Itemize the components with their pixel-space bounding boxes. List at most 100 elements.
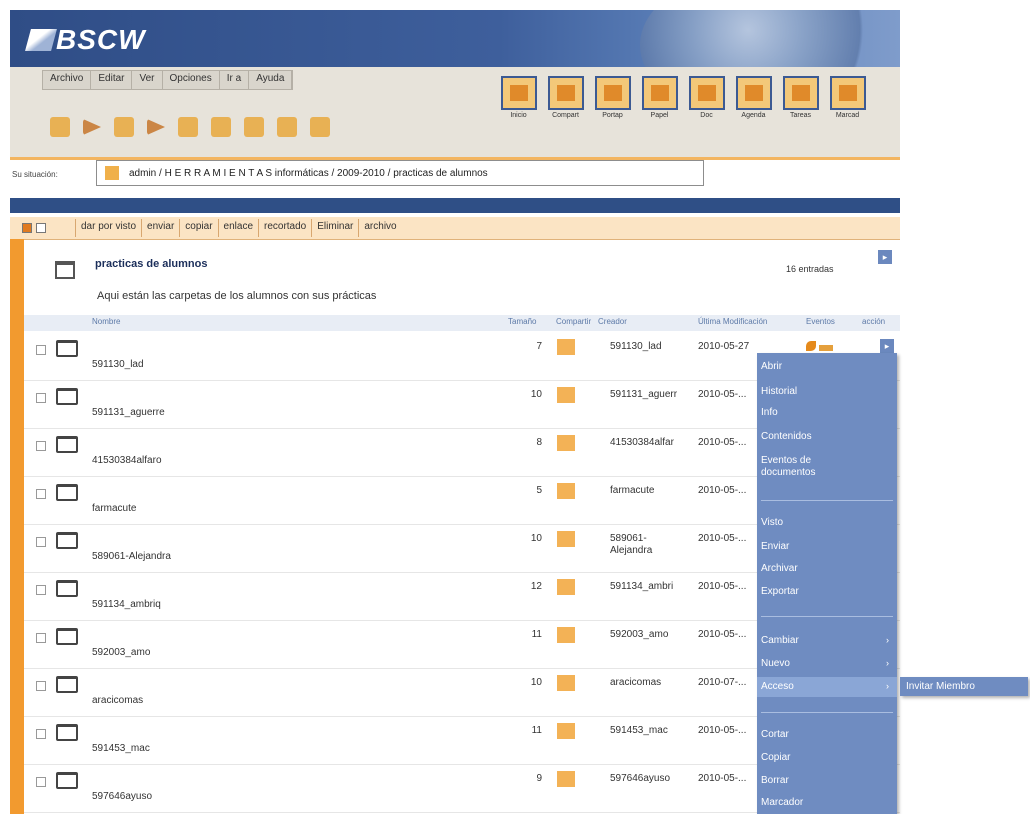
row-creator[interactable]: farmacute	[610, 485, 700, 497]
share-icon[interactable]	[557, 771, 575, 787]
row-checkbox[interactable]	[36, 345, 46, 355]
share-icon[interactable]	[557, 531, 575, 547]
folder-icon[interactable]	[56, 676, 78, 693]
nav-tareas[interactable]: Tareas	[778, 76, 823, 128]
menu-ayuda[interactable]: Ayuda	[249, 71, 293, 89]
row-creator[interactable]: 597646ayuso	[610, 773, 700, 785]
select-all-checkbox[interactable]	[22, 223, 32, 233]
row-name[interactable]: 592003_amo	[92, 647, 150, 658]
action-copiar[interactable]: copiar	[179, 219, 217, 237]
event-icon[interactable]	[806, 341, 836, 353]
context-menu-item-exportar[interactable]: Exportar	[761, 586, 799, 598]
new-folder-icon[interactable]	[50, 117, 70, 137]
action-enviar[interactable]: enviar	[141, 219, 179, 237]
mail-icon[interactable]	[178, 117, 198, 137]
action-enlace[interactable]: enlace	[217, 219, 258, 237]
forward-icon[interactable]	[147, 119, 165, 135]
row-name[interactable]: 591131_aguerre	[92, 407, 165, 418]
row-creator[interactable]: 591453_mac	[610, 725, 700, 737]
pencil-icon[interactable]	[310, 117, 330, 137]
bscw-logo[interactable]: BSCW	[25, 24, 146, 56]
row-checkbox[interactable]	[36, 777, 46, 787]
folder-icon[interactable]	[211, 117, 231, 137]
menu-opciones[interactable]: Opciones	[163, 71, 220, 89]
row-name[interactable]: 41530384alfaro	[92, 455, 162, 466]
row-creator[interactable]: 592003_amo	[610, 629, 700, 641]
location-breadcrumb[interactable]: admin / H E R R A M I E N T A S informát…	[96, 160, 704, 186]
nav-agenda[interactable]: Agenda	[731, 76, 776, 128]
col-size[interactable]: Tamaño	[508, 317, 536, 326]
row-name[interactable]: 591453_mac	[92, 743, 150, 754]
play-icon[interactable]	[83, 119, 101, 135]
row-checkbox[interactable]	[36, 393, 46, 403]
row-checkbox[interactable]	[36, 585, 46, 595]
row-creator[interactable]: aracicomas	[610, 677, 700, 689]
action-archivo[interactable]: archivo	[358, 219, 401, 237]
nav-papel[interactable]: Papel	[637, 76, 682, 128]
share-icon[interactable]	[557, 723, 575, 739]
col-share[interactable]: Compartir	[556, 317, 591, 326]
share-icon[interactable]	[557, 339, 575, 355]
share-icon[interactable]	[557, 627, 575, 643]
nav-doc[interactable]: Doc	[684, 76, 729, 128]
page-icon[interactable]	[244, 117, 264, 137]
col-events[interactable]: Eventos	[806, 317, 835, 326]
row-name[interactable]: aracicomas	[92, 695, 143, 706]
row-checkbox[interactable]	[36, 537, 46, 547]
nav-inicio[interactable]: Inicio	[496, 76, 541, 128]
row-creator[interactable]: 591131_aguerr	[610, 389, 700, 401]
action-dar-por-visto[interactable]: dar por visto	[75, 219, 141, 237]
row-action-button[interactable]: ▸	[880, 339, 894, 353]
context-menu-item-nuevo[interactable]: Nuevo	[761, 658, 790, 670]
row-checkbox[interactable]	[36, 729, 46, 739]
nav-marcad[interactable]: Marcad	[825, 76, 870, 128]
row-creator[interactable]: 589061- Alejandra	[610, 533, 700, 557]
row-checkbox[interactable]	[36, 489, 46, 499]
context-menu-item-info[interactable]: Info	[761, 407, 778, 419]
context-menu-item-enviar[interactable]: Enviar	[761, 541, 789, 553]
nav-compart[interactable]: Compart	[543, 76, 588, 128]
row-name[interactable]: 597646ayuso	[92, 791, 152, 802]
row-creator[interactable]: 41530384alfar	[610, 437, 700, 449]
share-icon[interactable]	[557, 435, 575, 451]
folder-icon[interactable]	[56, 772, 78, 789]
context-menu-item-eventos-de-documentos[interactable]: Eventos de documentos	[761, 455, 821, 479]
context-menu-item-historial[interactable]: Historial	[761, 386, 797, 398]
context-menu-item-acceso[interactable]: Acceso	[761, 681, 794, 693]
menu-archivo[interactable]: Archivo	[43, 71, 92, 89]
row-name[interactable]: 591130_lad	[92, 359, 144, 370]
submenu-invitar-miembro[interactable]: Invitar Miembro	[906, 681, 975, 692]
select-none-checkbox[interactable]	[36, 223, 46, 233]
context-menu-item-visto[interactable]: Visto	[761, 517, 783, 529]
context-menu-item-cortar[interactable]: Cortar	[761, 729, 789, 741]
folder-icon[interactable]	[56, 436, 78, 453]
menu-editar[interactable]: Editar	[91, 71, 133, 89]
folder-icon[interactable]	[56, 388, 78, 405]
share-icon[interactable]	[557, 483, 575, 499]
row-checkbox[interactable]	[36, 681, 46, 691]
share-icon[interactable]	[557, 579, 575, 595]
folder-open-icon[interactable]	[277, 117, 297, 137]
folder-icon[interactable]	[56, 532, 78, 549]
row-creator[interactable]: 591130_lad	[610, 341, 700, 353]
context-menu-item-borrar[interactable]: Borrar	[761, 775, 789, 787]
folder-icon[interactable]	[56, 628, 78, 645]
context-menu-item-contenidos[interactable]: Contenidos	[761, 431, 812, 443]
row-name[interactable]: 591134_ambriq	[92, 599, 161, 610]
document-icon[interactable]	[114, 117, 134, 137]
row-checkbox[interactable]	[36, 633, 46, 643]
share-icon[interactable]	[557, 387, 575, 403]
col-name[interactable]: Nombre	[92, 317, 120, 326]
context-menu-item-cambiar[interactable]: Cambiar	[761, 635, 799, 647]
context-menu-item-archivar[interactable]: Archivar	[761, 563, 798, 575]
folder-icon[interactable]	[56, 580, 78, 597]
action-eliminar[interactable]: Eliminar	[311, 219, 358, 237]
location-path[interactable]: admin / H E R R A M I E N T A S informát…	[129, 168, 488, 179]
folder-menu-button[interactable]: ▸	[878, 250, 892, 264]
nav-portap[interactable]: Portap	[590, 76, 635, 128]
col-modified[interactable]: Última Modificación	[698, 317, 767, 326]
row-creator[interactable]: 591134_ambri	[610, 581, 700, 593]
col-creator[interactable]: Creador	[598, 317, 627, 326]
share-icon[interactable]	[557, 675, 575, 691]
menu-ver[interactable]: Ver	[132, 71, 163, 89]
